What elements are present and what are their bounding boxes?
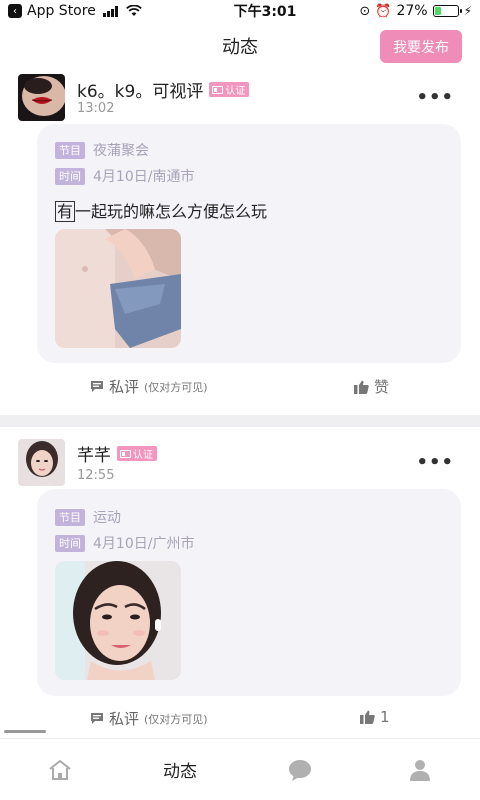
alarm-icon: ⏰ — [375, 3, 392, 19]
verified-badge: 认证 — [117, 446, 157, 461]
username-text[interactable]: 芊芊 — [77, 441, 111, 466]
thumbs-up-icon — [354, 380, 369, 394]
private-comment-button[interactable]: 私评 (仅对方可见) — [90, 708, 208, 729]
like-count: 1 — [380, 708, 390, 726]
tab-profile[interactable] — [360, 739, 480, 800]
post-actions: 私评 (仅对方可见) 1 — [0, 708, 480, 738]
like-label: 赞 — [374, 378, 390, 396]
tab-messages[interactable] — [240, 739, 360, 800]
post-text-body: 一起玩的嘛怎么方便怎么玩 — [75, 202, 268, 221]
home-icon — [49, 759, 71, 780]
program-row: 节目 运动 — [55, 507, 121, 527]
private-comment-hint: (仅对方可见) — [144, 712, 208, 726]
status-left: ‹ App Store — [8, 3, 198, 19]
program-value: 运动 — [93, 510, 121, 526]
time-tag: 时间 — [55, 534, 85, 552]
thumbs-up-icon — [360, 710, 375, 724]
feed-list[interactable]: k6。k9。可视评 认证 13:02 ••• 节目 夜蒲聚会 时间 4月10日/… — [0, 70, 480, 738]
post-photo[interactable] — [55, 561, 181, 680]
private-comment-label: 私评 — [109, 378, 140, 396]
verified-badge: 认证 — [209, 82, 250, 97]
like-button[interactable]: 1 — [360, 708, 390, 726]
avatar[interactable] — [18, 74, 65, 121]
post-photo[interactable] — [55, 229, 181, 348]
back-app-label[interactable]: App Store — [27, 3, 96, 19]
time-row: 时间 4月10日/南通市 — [55, 166, 194, 186]
post-actions: 私评 (仅对方可见) 赞 — [0, 376, 480, 406]
feed-post: 芊芊 认证 12:55 ••• 节目 运动 时间 4月10日/广州市 私评 (仅… — [0, 427, 480, 738]
tab-feed-label: 动态 — [163, 762, 197, 782]
username[interactable]: k6。k9。可视评 认证 — [77, 77, 250, 102]
username[interactable]: 芊芊 认证 — [77, 441, 157, 466]
battery-percent: 27% — [396, 3, 428, 19]
date-location-value: 4月10日/广州市 — [93, 536, 195, 552]
tab-home[interactable] — [0, 739, 120, 800]
message-icon — [289, 759, 311, 781]
time-row: 时间 4月10日/广州市 — [55, 533, 194, 553]
post-time: 13:02 — [77, 101, 115, 116]
program-tag: 节目 — [55, 508, 85, 526]
post-time: 12:55 — [77, 468, 115, 483]
battery-level — [434, 7, 441, 15]
nav-bar: 动态 我要发布 — [0, 22, 480, 70]
private-comment-hint: (仅对方可见) — [144, 380, 208, 394]
page-title: 动态 — [222, 37, 258, 58]
tab-bar: 动态 — [0, 738, 480, 800]
back-to-app-icon[interactable]: ‹ — [8, 4, 22, 18]
cellular-signal-icon — [102, 5, 118, 17]
badge-label: 认证 — [225, 86, 246, 97]
battery-icon — [432, 5, 462, 17]
program-tag: 节目 — [55, 141, 85, 159]
post-card[interactable]: 节目 夜蒲聚会 时间 4月10日/南通市 有一起玩的嘛怎么方便怎么玩 — [37, 124, 461, 363]
status-right: ⊙ ⏰ 27% ⚡ — [322, 3, 472, 19]
status-bar: ‹ App Store 下午3:01 ⊙ ⏰ 27% ⚡ — [0, 0, 480, 22]
id-card-icon — [212, 85, 224, 94]
publish-button[interactable]: 我要发布 — [380, 30, 462, 63]
scroll-indicator — [4, 730, 46, 733]
status-time: 下午3:01 — [233, 4, 297, 20]
post-divider — [0, 415, 480, 427]
post-text-first-char: 有 — [55, 201, 76, 222]
tab-feed[interactable]: 动态 — [120, 739, 240, 800]
post-card[interactable]: 节目 运动 时间 4月10日/广州市 — [37, 489, 461, 696]
more-options-icon[interactable]: ••• — [416, 87, 454, 108]
program-row: 节目 夜蒲聚会 — [55, 140, 149, 160]
program-value: 夜蒲聚会 — [93, 143, 149, 159]
username-text[interactable]: k6。k9。可视评 — [77, 77, 203, 102]
more-options-icon[interactable]: ••• — [416, 452, 454, 473]
date-location-value: 4月10日/南通市 — [93, 169, 195, 185]
id-card-icon — [120, 449, 131, 458]
time-tag: 时间 — [55, 167, 85, 185]
comment-icon — [91, 713, 103, 724]
wifi-icon — [125, 5, 142, 17]
profile-icon — [410, 759, 430, 781]
charging-icon: ⚡ — [463, 4, 472, 18]
feed-post: k6。k9。可视评 认证 13:02 ••• 节目 夜蒲聚会 时间 4月10日/… — [0, 70, 480, 415]
like-button[interactable]: 赞 — [354, 376, 389, 397]
rotation-lock-icon: ⊙ — [359, 3, 371, 19]
comment-icon — [91, 381, 103, 392]
private-comment-label: 私评 — [109, 710, 140, 728]
badge-label: 认证 — [133, 450, 153, 461]
private-comment-button[interactable]: 私评 (仅对方可见) — [90, 376, 208, 397]
post-text: 有一起玩的嘛怎么方便怎么玩 — [55, 198, 267, 222]
avatar[interactable] — [18, 439, 65, 486]
